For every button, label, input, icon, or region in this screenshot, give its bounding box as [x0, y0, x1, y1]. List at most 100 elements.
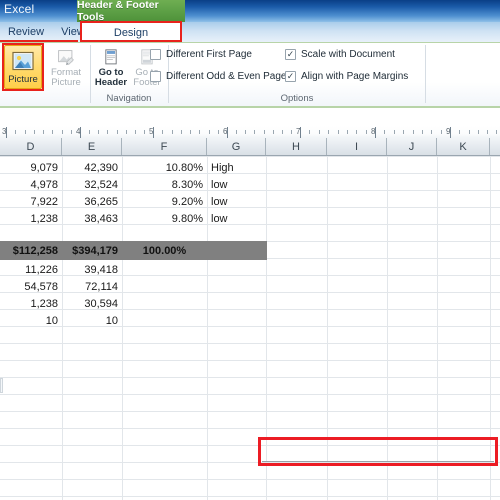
excel-window: Excel Header & Footer Tools Review View … [0, 0, 500, 500]
cell-D[interactable]: 7,922 [0, 193, 62, 210]
ruler-minor-tick [366, 130, 367, 134]
cell-D[interactable]: 4,978 [0, 176, 62, 193]
format-picture-button[interactable]: Format Picture [46, 45, 86, 89]
ruler-minor-tick [496, 130, 497, 134]
cell-E[interactable]: 36,265 [62, 193, 122, 210]
cell-E[interactable]: 38,463 [62, 210, 122, 227]
spreadsheet-grid[interactable]: 9,079 42,390 10.80% High 4,978 32,524 8.30% low… [0, 156, 500, 500]
ruler-minor-tick [15, 130, 16, 134]
ruler-minor-tick [469, 130, 470, 134]
column-header-G[interactable]: G [207, 138, 266, 155]
column-header-H[interactable]: H [266, 138, 327, 155]
cell-F[interactable]: 8.30% [122, 176, 207, 193]
ruler-minor-tick [347, 130, 348, 134]
ruler-minor-tick [71, 130, 72, 134]
cell-D[interactable]: 1,238 [0, 295, 62, 312]
grid-row-line [0, 479, 500, 480]
ruler-minor-tick [356, 130, 357, 134]
ruler-minor-tick [209, 130, 210, 134]
checkbox-different-odd-even-pages[interactable] [150, 71, 161, 82]
ruler-minor-tick [162, 130, 163, 134]
ruler-minor-tick [245, 130, 246, 134]
title-bar: Excel [0, 0, 500, 22]
ruler-minor-tick [218, 130, 219, 134]
ruler-minor-tick [25, 130, 26, 134]
column-header-D[interactable]: D [0, 138, 62, 155]
ruler-minor-tick [459, 130, 460, 134]
cell-E[interactable]: 30,594 [62, 295, 122, 312]
picture-button[interactable]: Picture [4, 45, 42, 89]
option-different-first-page[interactable]: Different First Page [150, 49, 252, 60]
horizontal-ruler-area: 3 4 5 6 7 8 9 [0, 108, 500, 140]
option-scale-with-document[interactable]: ✓ Scale with Document [285, 49, 395, 60]
ruler-minor-tick [282, 130, 283, 134]
group-label-options: Options [280, 93, 314, 104]
option-align-with-page-margins[interactable]: ✓ Align with Page Margins [285, 71, 408, 82]
ruler-minor-tick [144, 130, 145, 134]
ribbon-tab-strip: Review View Design [0, 22, 500, 42]
grid-row-line [0, 394, 500, 395]
ruler-minor-tick [43, 130, 44, 134]
checkbox-scale-with-document[interactable]: ✓ [285, 49, 296, 60]
grid-row-line [0, 411, 500, 412]
ruler-minor-tick [422, 130, 423, 134]
ruler-minor-tick [172, 130, 173, 134]
app-title: Excel [4, 2, 35, 16]
ruler-minor-tick [384, 130, 385, 134]
header-page-icon [105, 49, 117, 65]
cell-G[interactable]: low [207, 193, 266, 210]
column-header-F[interactable]: F [122, 138, 207, 155]
cell-D[interactable]: 54,578 [0, 278, 62, 295]
ruler-minor-tick [291, 130, 292, 134]
go-to-header-label-line2: Header [94, 77, 128, 89]
column-header-I[interactable]: I [327, 138, 387, 155]
ruler-minor-tick [52, 130, 53, 134]
column-header-K[interactable]: K [437, 138, 490, 155]
cell-D[interactable]: 11,226 [0, 261, 62, 278]
cell-F[interactable]: 9.20% [122, 193, 207, 210]
contextual-tab-title: Header & Footer Tools [77, 0, 185, 23]
cell-E[interactable]: 72,114 [62, 278, 122, 295]
ruler-minor-tick [319, 130, 320, 134]
tab-design[interactable]: Design [82, 23, 180, 42]
ruler-minor-tick [34, 130, 35, 134]
checkbox-align-with-page-margins[interactable]: ✓ [285, 71, 296, 82]
cell-D[interactable]: 10 [0, 312, 62, 329]
tab-review[interactable]: Review [2, 22, 50, 42]
cell-F[interactable]: 9.80% [122, 210, 207, 227]
total-cell-F[interactable]: 100.00% [122, 242, 207, 259]
cell-D[interactable]: 1,238 [0, 210, 62, 227]
checkbox-different-first-page[interactable] [150, 49, 161, 60]
column-header-E[interactable]: E [62, 138, 122, 155]
ruler-tick-label: 8 [371, 127, 376, 136]
go-to-header-button[interactable]: Go to Header [94, 45, 128, 89]
cell-D[interactable]: 9,079 [0, 159, 62, 176]
ruler-minor-tick [190, 130, 191, 134]
cell-G[interactable]: low [207, 210, 266, 227]
cell-G[interactable]: High [207, 159, 266, 176]
ruler-tick-label: 5 [149, 127, 154, 136]
cell-E[interactable]: 39,418 [62, 261, 122, 278]
column-header-J[interactable]: J [387, 138, 437, 155]
ruler-minor-tick [487, 130, 488, 134]
total-cell-D[interactable]: $112,258 [0, 242, 62, 259]
cell-E[interactable]: 42,390 [62, 159, 122, 176]
ruler-minor-tick [478, 130, 479, 134]
group-separator-3 [425, 45, 426, 103]
cell-F[interactable]: 10.80% [122, 159, 207, 176]
ruler-minor-tick [107, 130, 108, 134]
ruler-minor-tick [62, 130, 63, 134]
ruler-minor-tick [403, 130, 404, 134]
grid-row-line [0, 496, 500, 497]
group-separator-1 [90, 45, 91, 103]
ruler-minor-tick [328, 130, 329, 134]
option-label-scale-with-document: Scale with Document [301, 49, 395, 60]
ruler-minor-tick [441, 130, 442, 134]
grid-row-line [0, 156, 500, 157]
row-edge-marker [0, 378, 3, 393]
cell-G[interactable]: low [207, 176, 266, 193]
total-cell-E[interactable]: $394,179 [62, 242, 122, 259]
cell-E[interactable]: 32,524 [62, 176, 122, 193]
cell-E[interactable]: 10 [62, 312, 122, 329]
option-different-odd-even-pages[interactable]: Different Odd & Even Pages [150, 71, 291, 82]
